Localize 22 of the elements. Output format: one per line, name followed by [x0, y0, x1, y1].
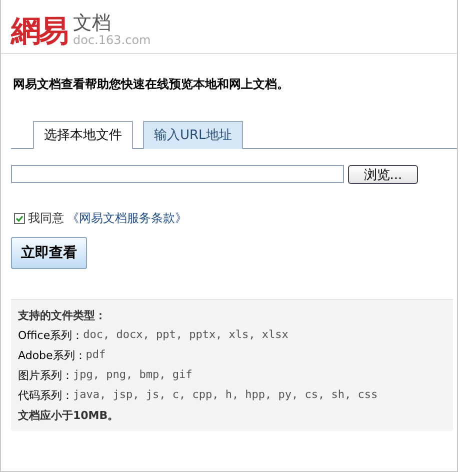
- tab[interactable]: 输入URL地址: [143, 120, 243, 149]
- size-note: 文档应小于10MB。: [18, 408, 120, 423]
- view-now-button[interactable]: 立即查看: [11, 236, 87, 269]
- file-path-field[interactable]: [11, 165, 344, 184]
- file-types-title: 支持的文件类型：: [18, 308, 107, 323]
- type-label: 代码系列：: [18, 388, 73, 403]
- type-label: Adobe系列：: [18, 348, 86, 363]
- type-extensions: pdf: [86, 348, 106, 363]
- agree-checkbox[interactable]: [14, 212, 25, 224]
- agree-label: 我同意: [28, 210, 64, 227]
- terms-link[interactable]: 《网易文档服务条款》: [67, 210, 187, 227]
- type-extensions: jpg, png, bmp, gif: [73, 368, 192, 383]
- logo-domain: doc.163.com: [73, 34, 151, 47]
- logo-mark: 網易: [11, 16, 67, 47]
- browse-button[interactable]: 浏览...: [348, 164, 418, 184]
- logo-title: 文档: [73, 14, 112, 34]
- type-label: Office系列：: [18, 328, 84, 343]
- type-extensions: java, jsp, js, c, cpp, h, hpp, py, cs, sh, css: [73, 388, 378, 403]
- intro-text: 网易文档查看帮助您快速在线预览本地和网上文档。: [13, 76, 290, 93]
- type-label: 图片系列：: [18, 368, 73, 383]
- tab[interactable]: 选择本地文件: [33, 120, 133, 149]
- type-extensions: doc, docx, ppt, pptx, xls, xlsx: [83, 328, 288, 343]
